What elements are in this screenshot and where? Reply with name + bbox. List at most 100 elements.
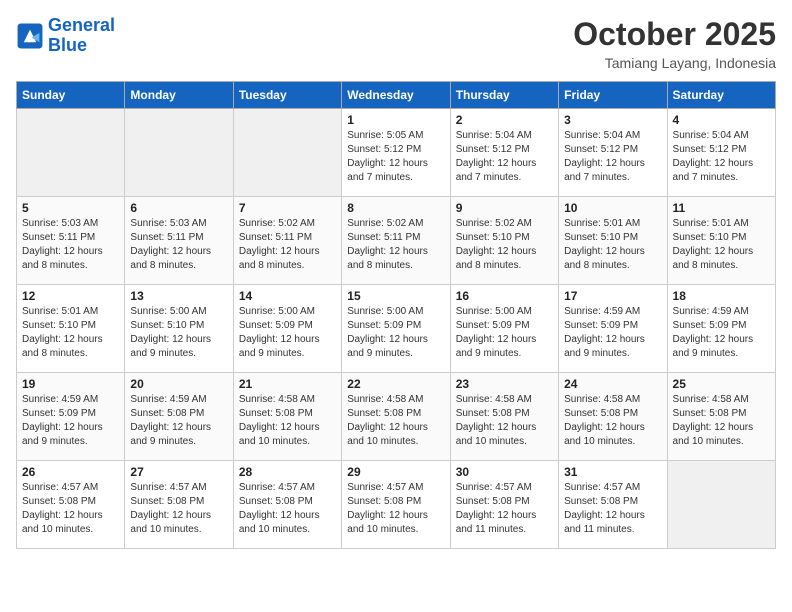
weekday-header: Wednesday (342, 82, 450, 109)
day-number: 12 (22, 289, 119, 303)
day-info: Sunrise: 4:57 AM Sunset: 5:08 PM Dayligh… (456, 481, 553, 537)
calendar-cell: 14Sunrise: 5:00 AM Sunset: 5:09 PM Dayli… (233, 285, 341, 373)
calendar-cell: 7Sunrise: 5:02 AM Sunset: 5:11 PM Daylig… (233, 197, 341, 285)
day-info: Sunrise: 4:58 AM Sunset: 5:08 PM Dayligh… (564, 393, 661, 449)
calendar-cell: 8 Sunrise: 5:02 AM Sunset: 5:11 PM Daylig… (342, 197, 450, 285)
day-info: Sunrise: 5:02 AM Sunset: 5:10 PM Dayligh… (456, 217, 553, 273)
day-number: 28 (239, 465, 336, 479)
calendar-cell: 1 Sunrise: 5:05 AM Sunset: 5:12 PM Daylig… (342, 109, 450, 197)
day-number: 3 (564, 113, 661, 127)
day-number: 9 (456, 201, 553, 215)
calendar-cell: 29 Sunrise: 4:57 AM Sunset: 5:08 PM Dayli… (342, 461, 450, 549)
day-number: 16 (456, 289, 553, 303)
day-info: Sunrise: 5:04 AM Sunset: 5:12 PM Dayligh… (673, 129, 770, 185)
day-info: Sunrise: 4:57 AM Sunset: 5:08 PM Dayligh… (564, 481, 661, 537)
day-number: 31 (564, 465, 661, 479)
calendar-cell: 5Sunrise: 5:03 AM Sunset: 5:11 PM Daylig… (17, 197, 125, 285)
calendar-week-row: 1 Sunrise: 5:05 AM Sunset: 5:12 PM Daylig… (17, 109, 776, 197)
day-info: Sunrise: 4:57 AM Sunset: 5:08 PM Dayligh… (347, 481, 444, 537)
day-info: Sunrise: 5:05 AM Sunset: 5:12 PM Dayligh… (347, 129, 444, 185)
calendar-cell: 19Sunrise: 4:59 AM Sunset: 5:09 PM Dayli… (17, 373, 125, 461)
weekday-header: Monday (125, 82, 233, 109)
calendar-cell: 6 Sunrise: 5:03 AM Sunset: 5:11 PM Daylig… (125, 197, 233, 285)
calendar-cell (17, 109, 125, 197)
calendar-cell: 9 Sunrise: 5:02 AM Sunset: 5:10 PM Daylig… (450, 197, 558, 285)
day-info: Sunrise: 5:04 AM Sunset: 5:12 PM Dayligh… (456, 129, 553, 185)
day-number: 2 (456, 113, 553, 127)
logo-line1: General (48, 15, 115, 35)
day-info: Sunrise: 5:00 AM Sunset: 5:09 PM Dayligh… (456, 305, 553, 361)
day-number: 26 (22, 465, 119, 479)
calendar-cell: 13Sunrise: 5:00 AM Sunset: 5:10 PM Dayli… (125, 285, 233, 373)
calendar-cell: 31 Sunrise: 4:57 AM Sunset: 5:08 PM Dayli… (559, 461, 667, 549)
location: Tamiang Layang, Indonesia (573, 55, 776, 71)
calendar-cell: 2 Sunrise: 5:04 AM Sunset: 5:12 PM Daylig… (450, 109, 558, 197)
day-info: Sunrise: 5:00 AM Sunset: 5:09 PM Dayligh… (239, 305, 336, 361)
calendar-cell: 23 Sunrise: 4:58 AM Sunset: 5:08 PM Dayli… (450, 373, 558, 461)
weekday-header: Sunday (17, 82, 125, 109)
day-info: Sunrise: 4:59 AM Sunset: 5:08 PM Dayligh… (130, 393, 227, 449)
logo-text: General Blue (48, 16, 115, 56)
calendar-week-row: 5Sunrise: 5:03 AM Sunset: 5:11 PM Daylig… (17, 197, 776, 285)
calendar-week-row: 12 Sunrise: 5:01 AM Sunset: 5:10 PM Dayli… (17, 285, 776, 373)
calendar-cell: 28 Sunrise: 4:57 AM Sunset: 5:08 PM Dayli… (233, 461, 341, 549)
day-number: 15 (347, 289, 444, 303)
calendar-cell: 22Sunrise: 4:58 AM Sunset: 5:08 PM Dayli… (342, 373, 450, 461)
day-number: 6 (130, 201, 227, 215)
day-number: 1 (347, 113, 444, 127)
month-title: October 2025 (573, 16, 776, 53)
day-info: Sunrise: 4:58 AM Sunset: 5:08 PM Dayligh… (347, 393, 444, 449)
day-number: 18 (673, 289, 770, 303)
day-info: Sunrise: 4:59 AM Sunset: 5:09 PM Dayligh… (673, 305, 770, 361)
weekday-header: Saturday (667, 82, 775, 109)
day-number: 20 (130, 377, 227, 391)
weekday-header: Tuesday (233, 82, 341, 109)
calendar-cell: 25 Sunrise: 4:58 AM Sunset: 5:08 PM Dayli… (667, 373, 775, 461)
day-info: Sunrise: 4:58 AM Sunset: 5:08 PM Dayligh… (673, 393, 770, 449)
calendar-cell: 4 Sunrise: 5:04 AM Sunset: 5:12 PM Daylig… (667, 109, 775, 197)
calendar-cell: 20 Sunrise: 4:59 AM Sunset: 5:08 PM Dayli… (125, 373, 233, 461)
day-info: Sunrise: 5:02 AM Sunset: 5:11 PM Dayligh… (347, 217, 444, 273)
weekday-header: Thursday (450, 82, 558, 109)
day-info: Sunrise: 5:03 AM Sunset: 5:11 PM Dayligh… (22, 217, 119, 273)
calendar-cell: 27 Sunrise: 4:57 AM Sunset: 5:08 PM Dayli… (125, 461, 233, 549)
day-info: Sunrise: 4:57 AM Sunset: 5:08 PM Dayligh… (130, 481, 227, 537)
day-info: Sunrise: 5:01 AM Sunset: 5:10 PM Dayligh… (22, 305, 119, 361)
day-info: Sunrise: 4:58 AM Sunset: 5:08 PM Dayligh… (456, 393, 553, 449)
day-number: 25 (673, 377, 770, 391)
logo-line2: Blue (48, 35, 87, 55)
day-info: Sunrise: 5:01 AM Sunset: 5:10 PM Dayligh… (564, 217, 661, 273)
day-number: 27 (130, 465, 227, 479)
page-header: General Blue October 2025 Tamiang Layang… (16, 16, 776, 71)
calendar-cell: 26 Sunrise: 4:57 AM Sunset: 5:08 PM Dayli… (17, 461, 125, 549)
calendar-header-row: SundayMondayTuesdayWednesdayThursdayFrid… (17, 82, 776, 109)
title-block: October 2025 Tamiang Layang, Indonesia (573, 16, 776, 71)
day-number: 8 (347, 201, 444, 215)
calendar-cell (233, 109, 341, 197)
calendar-cell (125, 109, 233, 197)
day-info: Sunrise: 4:57 AM Sunset: 5:08 PM Dayligh… (239, 481, 336, 537)
day-info: Sunrise: 4:58 AM Sunset: 5:08 PM Dayligh… (239, 393, 336, 449)
day-info: Sunrise: 5:03 AM Sunset: 5:11 PM Dayligh… (130, 217, 227, 273)
day-info: Sunrise: 5:01 AM Sunset: 5:10 PM Dayligh… (673, 217, 770, 273)
day-number: 30 (456, 465, 553, 479)
calendar-cell (667, 461, 775, 549)
calendar-cell: 18 Sunrise: 4:59 AM Sunset: 5:09 PM Dayli… (667, 285, 775, 373)
logo: General Blue (16, 16, 115, 56)
calendar-cell: 21Sunrise: 4:58 AM Sunset: 5:08 PM Dayli… (233, 373, 341, 461)
calendar-cell: 16 Sunrise: 5:00 AM Sunset: 5:09 PM Dayli… (450, 285, 558, 373)
weekday-header: Friday (559, 82, 667, 109)
calendar-cell: 11Sunrise: 5:01 AM Sunset: 5:10 PM Dayli… (667, 197, 775, 285)
day-number: 10 (564, 201, 661, 215)
calendar-cell: 3 Sunrise: 5:04 AM Sunset: 5:12 PM Daylig… (559, 109, 667, 197)
day-number: 29 (347, 465, 444, 479)
day-info: Sunrise: 4:57 AM Sunset: 5:08 PM Dayligh… (22, 481, 119, 537)
calendar-table: SundayMondayTuesdayWednesdayThursdayFrid… (16, 81, 776, 549)
day-number: 24 (564, 377, 661, 391)
day-number: 23 (456, 377, 553, 391)
day-info: Sunrise: 4:59 AM Sunset: 5:09 PM Dayligh… (22, 393, 119, 449)
day-info: Sunrise: 5:00 AM Sunset: 5:10 PM Dayligh… (130, 305, 227, 361)
calendar-week-row: 26 Sunrise: 4:57 AM Sunset: 5:08 PM Dayli… (17, 461, 776, 549)
day-number: 4 (673, 113, 770, 127)
day-info: Sunrise: 5:04 AM Sunset: 5:12 PM Dayligh… (564, 129, 661, 185)
